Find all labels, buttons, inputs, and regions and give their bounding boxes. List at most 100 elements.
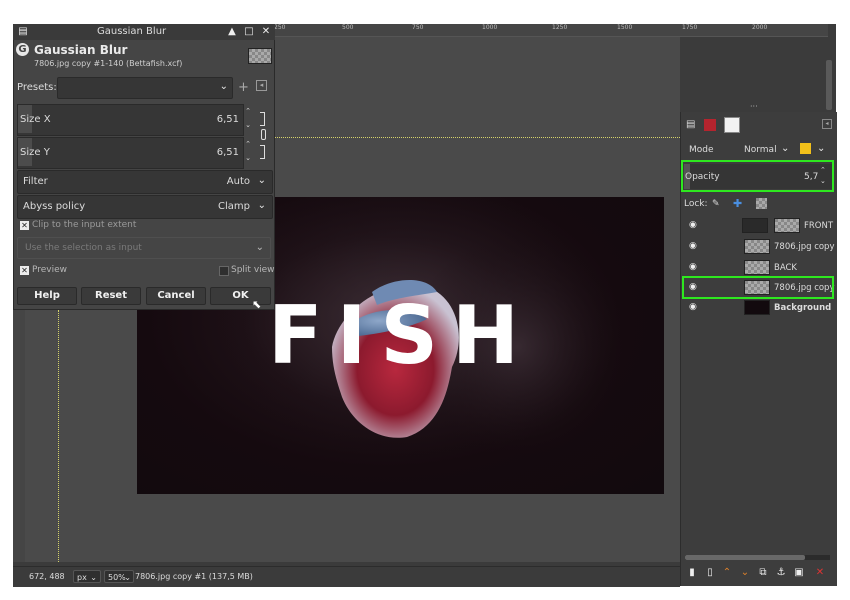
chevron-down-icon: ⌄ [255,242,264,253]
size-y-slider[interactable]: Size Y 6,51 [17,137,244,169]
chain-link-icon[interactable] [260,112,266,159]
text-layer-thumbnail [742,218,768,233]
zoom-select[interactable]: 50% ⌄ [104,570,134,583]
status-info: 7806.jpg copy #1 (137,5 MB) [135,572,253,581]
layer-row[interactable]: ◉ 7806.jpg copy [682,237,835,257]
reset-button[interactable]: Reset [81,287,141,305]
preview-checkbox[interactable]: ✕ [20,266,29,275]
new-layer-group-icon[interactable]: ▯ [705,567,715,579]
help-button[interactable]: Help [17,287,77,305]
maximize-icon[interactable]: □ [242,25,256,39]
zoom-value: 50% [108,573,126,582]
use-selection-combo[interactable]: Use the selection as input ⌄ [17,237,271,259]
raise-layer-icon[interactable]: ⌃ [722,567,732,579]
add-mask-icon[interactable]: ▣ [794,567,804,579]
eye-icon[interactable]: ◉ [689,221,699,230]
dock-grip-icon[interactable]: ··· [750,103,766,111]
size-x-slider[interactable]: Size X 6,51 [17,104,244,136]
tab-layers[interactable]: ▤ [686,119,698,131]
shade-icon[interactable]: ▲ [225,25,239,39]
size-x-spinner[interactable]: ⌃ ⌄ [243,104,253,134]
chevron-down-icon: ⌄ [257,200,266,211]
ruler-tick: 1750 [682,24,698,31]
clip-checkbox[interactable]: ✕ [20,221,29,230]
layer-row[interactable]: ◉ BACK [682,258,834,278]
top-ruler[interactable]: 250 500 750 1000 1250 1500 1750 2000 [262,24,828,37]
preview-label: Preview [32,265,68,275]
eye-icon[interactable]: ◉ [689,303,699,312]
abyss-policy-combo[interactable]: Abyss policy Clamp ⌄ [17,195,273,219]
gegl-icon: G [16,43,29,56]
layers-scrollbar[interactable] [685,555,830,560]
status-bar: 672, 488 px ⌄ 50% ⌄ 7806.jpg copy #1 (13… [13,566,680,587]
app-menu-icon[interactable]: ▤ [16,25,30,39]
delete-layer-icon[interactable]: ✕ [815,567,825,579]
filter-value: Auto [226,176,250,187]
size-y-value: 6,51 [216,147,239,158]
filter-label: Filter [23,176,48,187]
chevron-down-icon[interactable]: ⌄ [817,143,825,154]
tab-paths[interactable] [724,117,740,133]
tab-channels[interactable] [704,119,716,131]
layer-preview-thumbnail [248,48,272,64]
eye-icon[interactable]: ◉ [689,263,699,272]
chevron-down-icon[interactable]: ⌄ [781,143,789,154]
duplicate-layer-icon[interactable]: ⧉ [758,567,768,579]
guide-vertical [58,310,59,562]
layer-row[interactable]: ◉ Background [682,298,834,318]
new-layer-icon[interactable]: ▮ [687,567,697,579]
unit-select[interactable]: px ⌄ [73,570,101,583]
anchor-icon[interactable]: ⚓ [776,567,786,579]
split-view-label: Split view [231,265,275,275]
active-layer-highlight [682,276,834,299]
ruler-tick: 750 [412,24,424,31]
pointer-coords: 672, 488 [29,572,65,581]
clip-label: Clip to the input extent [32,220,137,230]
preset-menu-icon[interactable]: ◂ [256,80,267,91]
mode-value[interactable]: Normal [744,145,777,155]
dialog-titlebar[interactable]: ▤ Gaussian Blur ▲ □ ✕ [13,24,275,40]
ruler-tick: 250 [274,24,286,31]
layer-name: 7806.jpg copy [774,242,835,252]
layer-name: Background [774,303,832,313]
reset-mode-icon[interactable] [800,143,811,154]
close-icon[interactable]: ✕ [259,25,273,39]
lock-position-icon[interactable]: ✚ [733,197,742,210]
abyss-label: Abyss policy [23,201,86,212]
size-y-spinner[interactable]: ⌃ ⌄ [243,137,253,167]
dialog-subtitle: 7806.jpg copy #1-140 (Bettafish.xcf) [34,59,183,68]
abyss-value: Clamp [218,201,250,212]
use-selection-label: Use the selection as input [25,243,142,253]
mode-label: Mode [689,145,714,155]
ok-button[interactable]: OK [210,287,271,305]
split-view-checkbox[interactable] [219,266,229,276]
add-preset-icon[interactable]: + [238,80,249,95]
ruler-tick: 2000 [752,24,768,31]
ruler-tick: 1000 [482,24,498,31]
layer-name: FRONT [804,221,834,231]
layer-name: BACK [774,263,798,273]
layer-row[interactable]: ◉ FRONT [682,216,834,236]
presets-combo[interactable]: ⌄ [57,77,233,99]
dialog-window-title: Gaussian Blur [97,26,167,37]
lower-layer-icon[interactable]: ⌄ [740,567,750,579]
lock-alpha-icon[interactable] [756,198,767,209]
left-ruler[interactable] [13,310,25,562]
layer-mask-thumbnail [774,218,800,233]
lock-pixels-icon[interactable]: ✎ [712,199,720,209]
chevron-down-icon: ⌄ [257,175,266,186]
filter-combo[interactable]: Filter Auto ⌄ [17,170,273,194]
chevron-down-icon: ⌄ [124,573,131,582]
unit-value: px [77,573,87,582]
cancel-button[interactable]: Cancel [146,287,206,305]
eye-icon[interactable]: ◉ [689,242,699,251]
vertical-scrollbar[interactable] [826,60,832,110]
guide-horizontal [275,137,680,138]
chevron-down-icon: ⌄ [219,81,228,92]
layer-thumbnail [744,260,770,275]
size-x-value: 6,51 [216,114,239,125]
opacity-highlight [681,160,834,192]
fish-text-layer: FISH [268,289,533,382]
dock-menu-icon[interactable]: ◂ [822,119,832,129]
size-y-label: Size Y [20,147,50,158]
